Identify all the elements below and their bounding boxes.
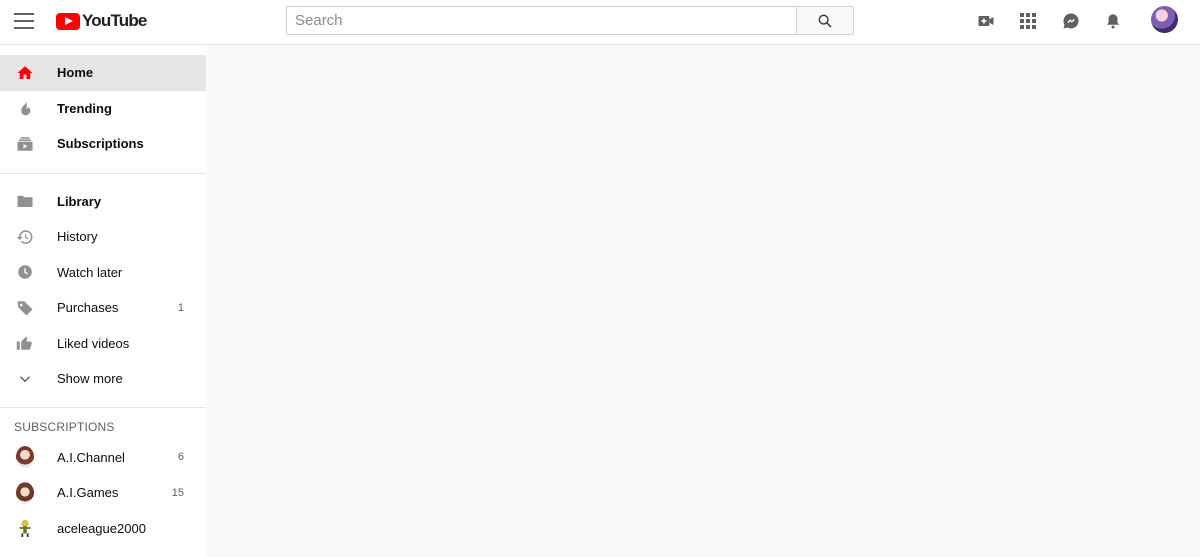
messages-button[interactable] xyxy=(1060,10,1082,32)
flame-icon xyxy=(16,99,34,117)
avatar[interactable] xyxy=(1151,6,1178,33)
menu-icon[interactable] xyxy=(14,13,34,29)
sidebar-item-watch-later[interactable]: Watch later xyxy=(0,255,206,291)
subscription-label: A.I.Channel xyxy=(57,449,125,465)
history-icon xyxy=(16,228,34,246)
clock-icon xyxy=(16,263,34,281)
folder-icon xyxy=(16,192,34,210)
subscriptions-heading: SUBSCRIPTIONS xyxy=(14,419,115,434)
play-logo-icon xyxy=(56,12,80,30)
sidebar-item-show-more[interactable]: Show more xyxy=(0,361,206,397)
notifications-button[interactable] xyxy=(1102,10,1124,32)
video-camera-icon xyxy=(978,16,994,26)
purchases-count: 1 xyxy=(177,301,184,314)
subscriptions-icon xyxy=(16,135,34,153)
chevron-down-icon xyxy=(16,370,34,388)
create-video-button[interactable] xyxy=(975,10,997,32)
sidebar-item-label: Liked videos xyxy=(57,335,130,351)
subscription-label: A.I.Games xyxy=(57,485,119,501)
masthead: YouTube xyxy=(0,0,1200,45)
channel-avatar xyxy=(16,481,34,504)
subscription-item-ai-channel[interactable]: A.I.Channel 6 xyxy=(0,440,206,476)
channel-avatar xyxy=(16,519,34,538)
main-content xyxy=(206,45,1200,557)
apps-grid-icon xyxy=(1020,13,1036,29)
subscription-item-ai-games[interactable]: A.I.Games 15 xyxy=(0,475,206,511)
sidebar-item-home[interactable]: Home xyxy=(0,55,206,91)
sidebar-item-label: Library xyxy=(57,193,102,209)
sidebar-item-library[interactable]: Library xyxy=(0,184,206,220)
sidebar-item-label: Subscriptions xyxy=(57,136,144,152)
tag-icon xyxy=(16,299,34,317)
apps-button[interactable] xyxy=(1017,10,1039,32)
youtube-logo[interactable]: YouTube xyxy=(56,11,147,31)
notifications-bell-icon xyxy=(1107,14,1119,29)
messages-icon xyxy=(1063,13,1079,29)
sidebar-item-liked-videos[interactable]: Liked videos xyxy=(0,326,206,362)
logo-text: YouTube xyxy=(82,11,147,30)
search-button[interactable] xyxy=(796,6,854,35)
sidebar-item-label: Show more xyxy=(57,371,123,387)
sidebar-item-label: Trending xyxy=(57,100,112,116)
search-input[interactable] xyxy=(287,7,797,34)
home-icon xyxy=(16,64,34,82)
subscription-item-aceleague2000[interactable]: aceleague2000 xyxy=(0,511,206,547)
sidebar-item-history[interactable]: History xyxy=(0,219,206,255)
channel-avatar xyxy=(16,446,34,469)
subscription-count: 15 xyxy=(171,486,184,499)
thumbs-up-icon xyxy=(16,334,34,352)
subscription-label: aceleague2000 xyxy=(57,520,146,536)
sidebar-item-purchases[interactable]: Purchases 1 xyxy=(0,290,206,326)
sidebar-item-trending[interactable]: Trending xyxy=(0,91,206,127)
sidebar: Home Trending Subscriptions Library Hist… xyxy=(0,45,206,557)
search-field[interactable] xyxy=(286,6,797,35)
sidebar-item-label: History xyxy=(57,229,98,245)
sidebar-item-subscriptions[interactable]: Subscriptions xyxy=(0,126,206,162)
search-icon xyxy=(818,14,832,28)
sidebar-item-label: Purchases xyxy=(57,300,119,316)
sidebar-item-label: Watch later xyxy=(57,264,123,280)
subscription-count: 6 xyxy=(177,451,184,464)
sidebar-item-label: Home xyxy=(57,65,94,81)
